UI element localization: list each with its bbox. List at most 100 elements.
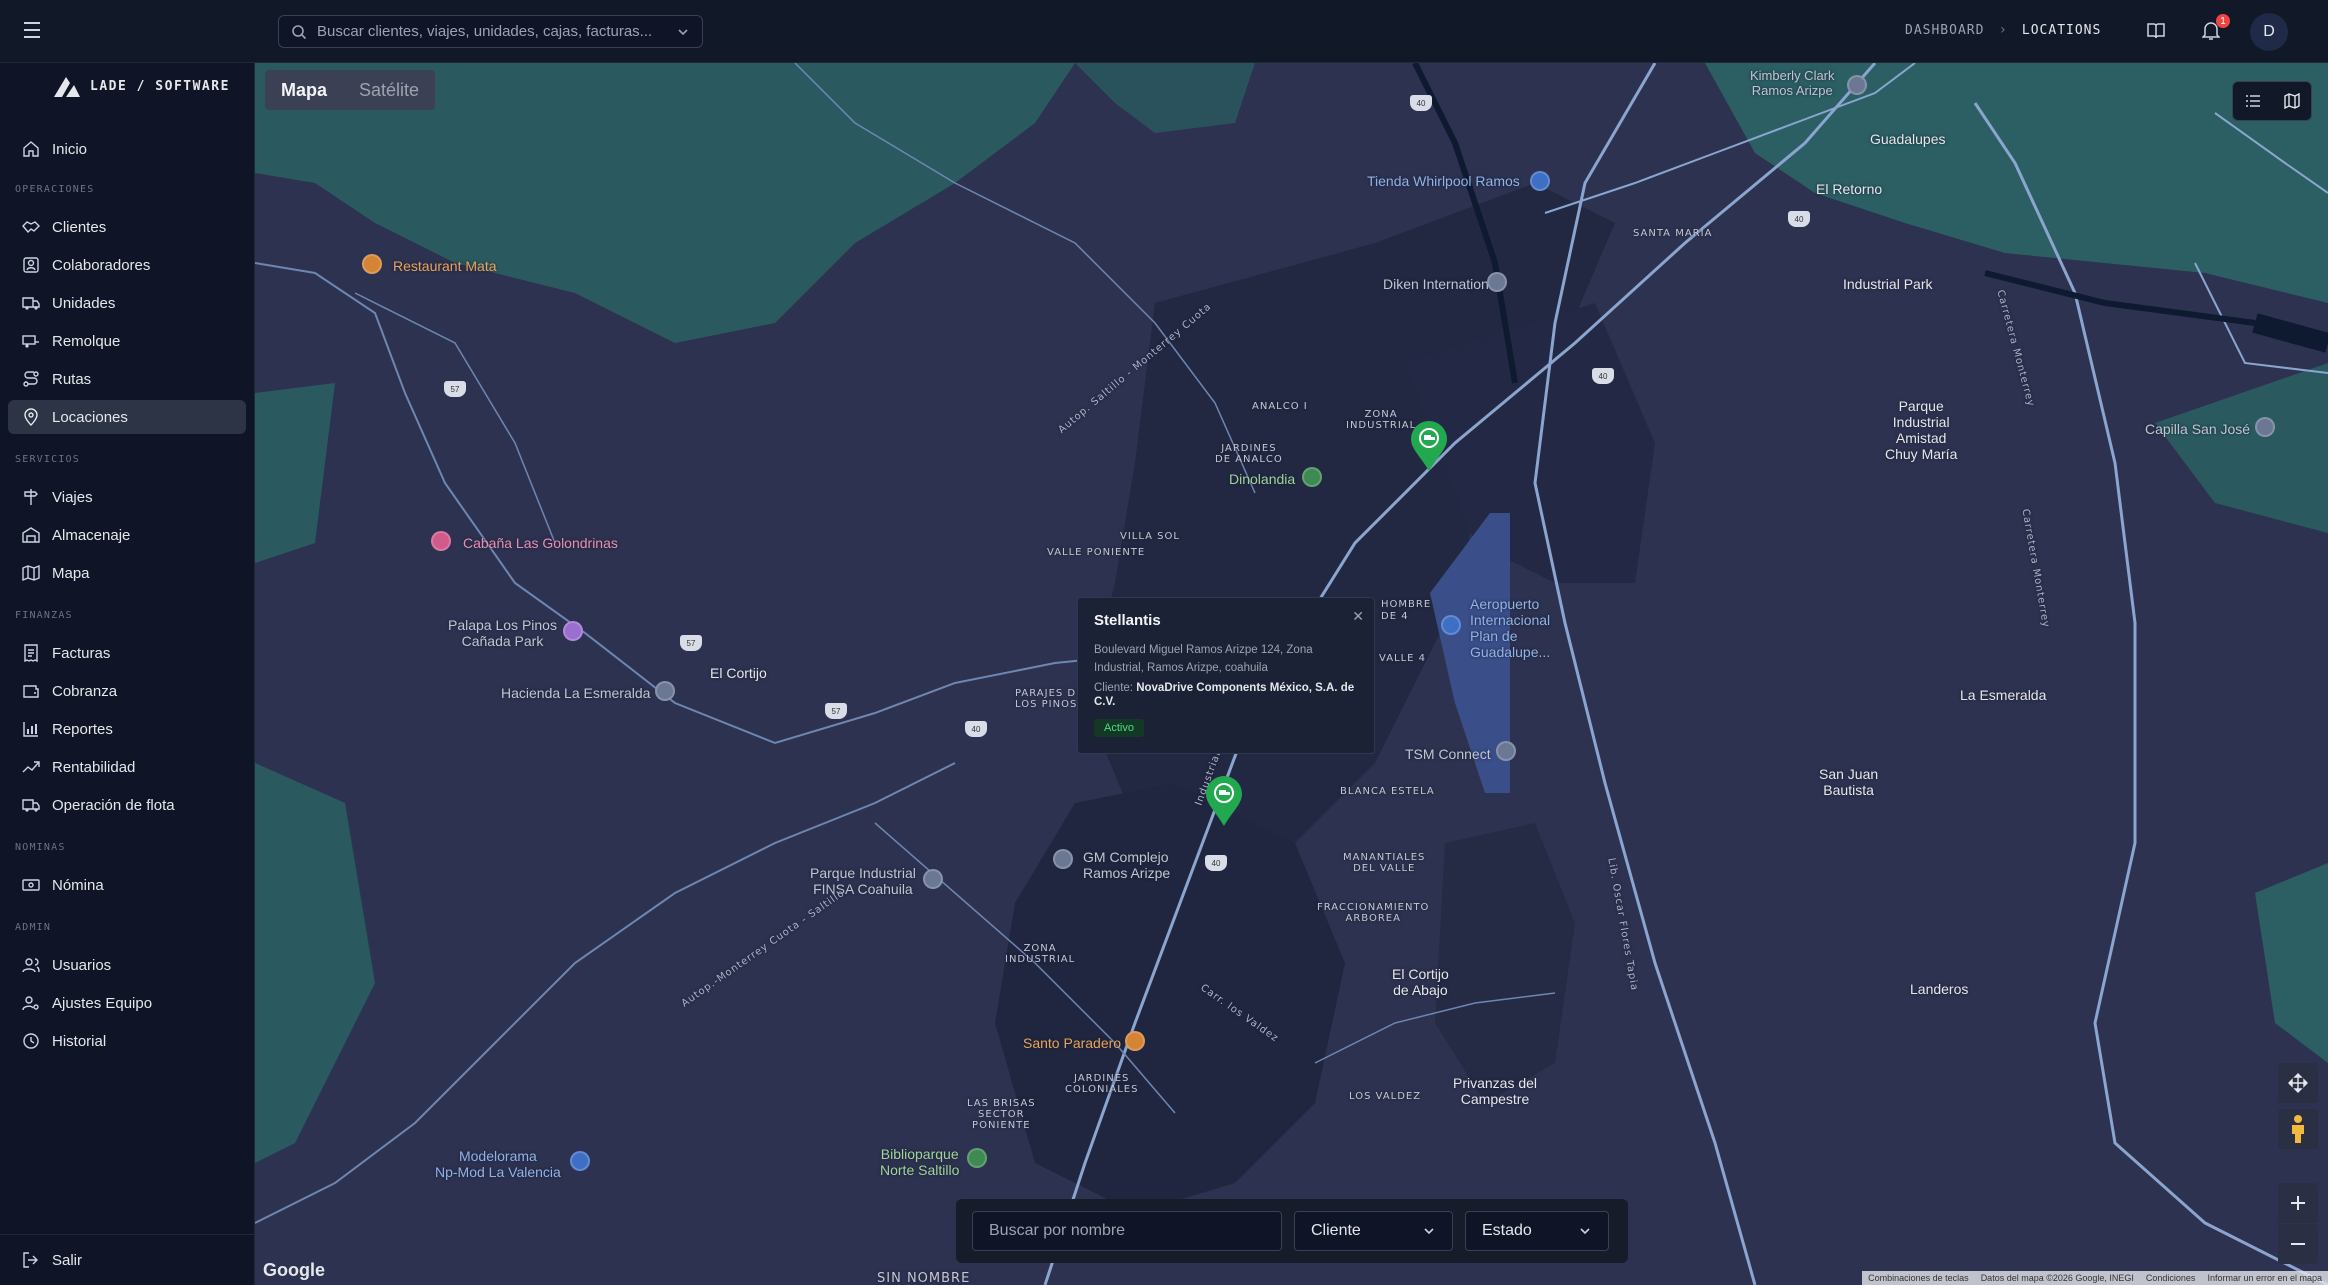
place-pin-icon[interactable] — [1487, 272, 1507, 292]
sidebar-item-mapa[interactable]: Mapa — [8, 556, 246, 590]
user-settings-icon — [22, 996, 39, 1011]
map-label-kimberly[interactable]: Kimberly Clark Ramos Arizpe — [1750, 68, 1835, 98]
map-label-tsm[interactable]: TSM Connect — [1405, 746, 1491, 762]
map-label-gm[interactable]: GM Complejo Ramos Arizpe — [1083, 849, 1170, 881]
map-label-palapa[interactable]: Palapa Los Pinos Cañada Park — [448, 617, 557, 649]
name-search-input[interactable] — [972, 1211, 1282, 1251]
map-label-diken[interactable]: Diken International — [1383, 276, 1500, 292]
close-icon[interactable]: ✕ — [1352, 608, 1364, 625]
search-icon — [292, 24, 307, 39]
sidebar-item-facturas[interactable]: Facturas — [8, 636, 246, 670]
airplane-icon[interactable] — [1441, 615, 1461, 635]
map-canvas[interactable]: Mapa Satélite Kimberly Clark Ramos Arizp… — [255, 63, 2328, 1285]
sidebar-item-operacion-flota[interactable]: Operación de flota — [8, 788, 246, 822]
sidebar-item-unidades[interactable]: Unidades — [8, 286, 246, 320]
sidebar-item-almacenaje[interactable]: Almacenaje — [8, 518, 246, 552]
warehouse-icon — [22, 527, 40, 543]
sidebar-item-rutas[interactable]: Rutas — [8, 362, 246, 396]
shopping-bag-icon[interactable] — [570, 1151, 590, 1171]
lade-logo-icon — [54, 77, 80, 97]
map-label-hombre-1: HOMBRE — [1381, 599, 1432, 610]
user-avatar[interactable]: D — [2250, 13, 2288, 51]
map-label-dinolandia[interactable]: Dinolandia — [1229, 471, 1295, 487]
location-marker-icon[interactable] — [1409, 419, 1449, 473]
logout-button[interactable]: Salir — [8, 1243, 246, 1277]
map-type-mapa-button[interactable]: Mapa — [265, 70, 343, 110]
street-view-pegman-icon[interactable] — [2278, 1109, 2318, 1149]
map-label-el-cortijo: El Cortijo — [710, 665, 767, 681]
map-label-santo-paradero[interactable]: Santo Paradero — [1023, 1035, 1121, 1051]
restaurant-icon[interactable] — [1125, 1031, 1145, 1051]
map-label-cabana[interactable]: Cabaña Las Golondrinas — [463, 535, 618, 551]
zoom-out-icon[interactable] — [2278, 1224, 2318, 1264]
terms-link[interactable]: Condiciones — [2146, 1273, 2196, 1283]
sidebar-item-historial[interactable]: Historial — [8, 1024, 246, 1058]
place-pin-icon[interactable] — [1496, 741, 1516, 761]
global-search[interactable] — [278, 15, 703, 48]
map-label-fraccionamiento: FRACCIONAMIENTO ARBOREA — [1317, 902, 1430, 924]
chevron-down-icon[interactable] — [676, 25, 690, 39]
restaurant-icon[interactable] — [362, 254, 382, 274]
map-view-icon[interactable] — [2283, 93, 2300, 109]
sidebar-item-clientes[interactable]: Clientes — [8, 210, 246, 244]
wallet-icon — [23, 685, 39, 698]
map-label-santa-maria: SANTA MARÍA — [1633, 228, 1713, 239]
client-filter-select[interactable]: Cliente — [1294, 1211, 1453, 1251]
map-label-parque-finsa[interactable]: Parque Industrial FINSA Coahuila — [810, 865, 916, 897]
place-pin-icon[interactable] — [1053, 849, 1073, 869]
book-icon[interactable] — [2143, 18, 2169, 44]
zoom-in-icon[interactable] — [2278, 1183, 2318, 1223]
sidebar-item-inicio[interactable]: Inicio — [8, 132, 246, 166]
google-logo: Google — [263, 1260, 325, 1280]
sidebar-item-remolque[interactable]: Remolque — [8, 324, 246, 358]
tree-icon[interactable] — [1302, 467, 1322, 487]
fullscreen-icon[interactable] — [2278, 1063, 2318, 1103]
map-label-restaurant-mata[interactable]: Restaurant Mata — [393, 258, 497, 274]
map-label-parajes: PARAJES DE LOS PINOS — [1015, 688, 1084, 710]
map-label-tienda-whirlpool[interactable]: Tienda Whirlpool Ramos — [1367, 173, 1520, 189]
map-label-modelorama[interactable]: Modelorama Np-Mod La Valencia — [435, 1148, 561, 1180]
sidebar-item-viajes[interactable]: Viajes — [8, 480, 246, 514]
sidebar-item-rentabilidad[interactable]: Rentabilidad — [8, 750, 246, 784]
sidebar-item-colaboradores[interactable]: Colaboradores — [8, 248, 246, 282]
sidebar-item-label: Rutas — [52, 370, 92, 388]
map-label-privanzas: Privanzas del Campestre — [1453, 1075, 1538, 1107]
map-type-satelite-button[interactable]: Satélite — [343, 70, 435, 110]
global-search-input[interactable] — [317, 23, 666, 40]
map-label-la-esmeralda: La Esmeralda — [1960, 687, 2047, 703]
sidebar-item-usuarios[interactable]: Usuarios — [8, 948, 246, 982]
hotel-icon[interactable] — [431, 531, 451, 551]
map-label-manantiales: MANANTIALES DEL VALLE — [1343, 852, 1426, 874]
location-marker-icon[interactable] — [1204, 774, 1244, 828]
breadcrumb-dashboard[interactable]: DASHBOARD — [1905, 23, 1984, 38]
report-error-link[interactable]: Informar un error en el mapa — [2207, 1273, 2322, 1283]
status-filter-label: Estado — [1482, 1222, 1532, 1239]
place-pin-icon[interactable] — [2255, 417, 2275, 437]
place-pin-icon[interactable] — [1847, 75, 1867, 95]
fleet-truck-icon — [22, 799, 40, 812]
map-label-blanca-estela: BLANCA ESTELA — [1340, 786, 1435, 797]
lodging-icon[interactable] — [563, 621, 583, 641]
sidebar-item-reportes[interactable]: Reportes — [8, 712, 246, 746]
sidebar-item-nomina[interactable]: Nómina — [8, 868, 246, 902]
map-label-capilla[interactable]: Capilla San José — [2145, 421, 2250, 437]
map-label-aeropuerto[interactable]: Aeropuerto Internacional Plan de Guadalu… — [1470, 596, 1550, 660]
sidebar-item-label: Colaboradores — [52, 256, 151, 274]
list-view-icon[interactable] — [2245, 93, 2261, 109]
place-pin-icon[interactable] — [923, 869, 943, 889]
map-label-biblioparque[interactable]: Biblioparque Norte Saltillo — [880, 1146, 959, 1178]
place-pin-icon[interactable] — [655, 681, 675, 701]
bar-chart-icon — [23, 722, 38, 737]
keyboard-shortcuts-link[interactable]: Combinaciones de teclas — [1868, 1273, 1969, 1283]
sidebar-item-ajustes-equipo[interactable]: Ajustes Equipo — [8, 986, 246, 1020]
hamburger-menu-icon[interactable] — [18, 16, 46, 44]
map-label-valle-poniente: VALLE PONIENTE — [1047, 547, 1146, 558]
sidebar-item-cobranza[interactable]: Cobranza — [8, 674, 246, 708]
map-label-valle-4: VALLE 4 — [1379, 653, 1427, 664]
sidebar-item-locaciones[interactable]: Locaciones — [8, 400, 246, 434]
shopping-bag-icon[interactable] — [1530, 171, 1550, 191]
status-filter-select[interactable]: Estado — [1465, 1211, 1609, 1251]
notification-bell-icon[interactable]: 1 — [2198, 14, 2230, 44]
park-icon[interactable] — [967, 1148, 987, 1168]
map-label-hacienda[interactable]: Hacienda La Esmeralda — [501, 685, 650, 701]
